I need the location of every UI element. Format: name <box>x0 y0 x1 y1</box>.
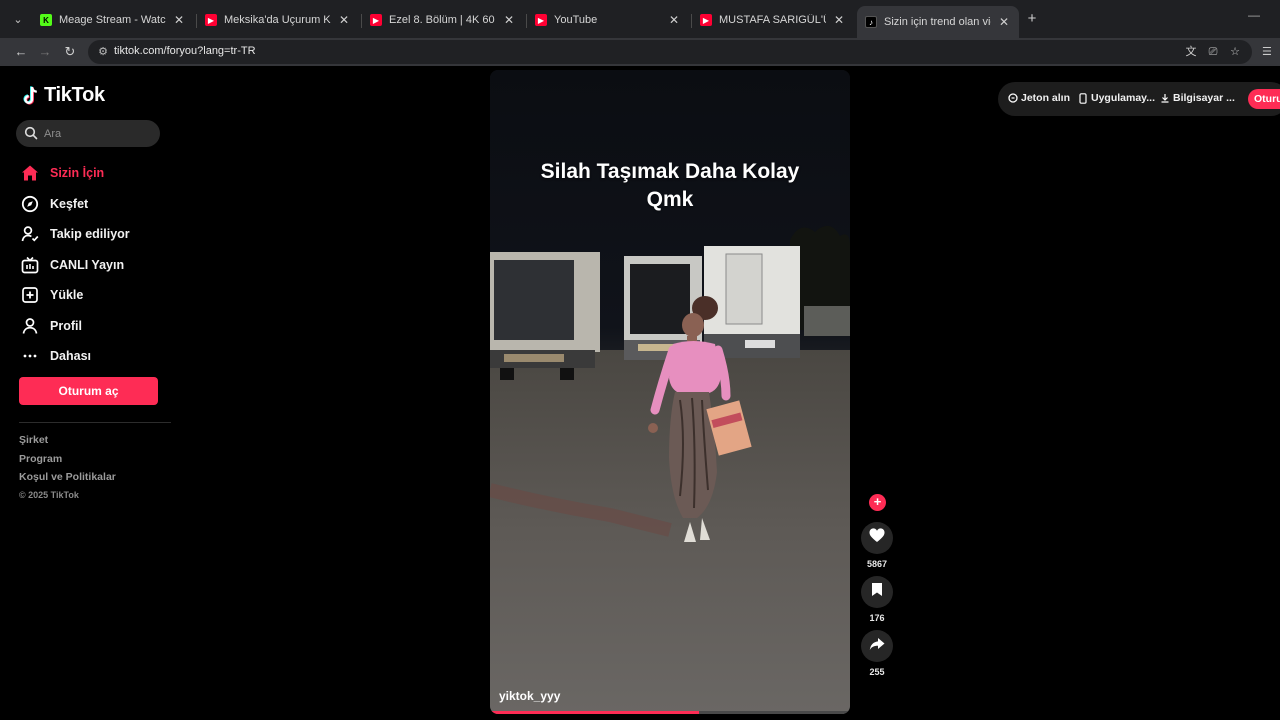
search-icon <box>24 126 38 140</box>
search-bar[interactable] <box>16 120 160 147</box>
reading-list-icon[interactable]: ☰ <box>1262 45 1272 58</box>
youtube-icon: ▶ <box>205 14 217 26</box>
close-tab-icon[interactable]: ✕ <box>997 15 1011 29</box>
site-settings-icon[interactable]: ⚙ <box>96 45 110 59</box>
share-button[interactable] <box>861 630 893 662</box>
like-button[interactable] <box>861 522 893 554</box>
install-app-icon[interactable]: ⎚ <box>1206 45 1220 59</box>
close-tab-icon[interactable]: ✕ <box>172 13 186 27</box>
browser-tab[interactable]: ▶ YouTube ✕ <box>527 6 689 34</box>
get-app-button[interactable]: Uygulamay... <box>1078 92 1155 104</box>
like-count: 5867 <box>866 559 888 569</box>
upload-icon <box>20 285 40 305</box>
bookmark-star-icon[interactable]: ☆ <box>1228 45 1242 59</box>
minimize-icon[interactable]: — <box>1248 8 1262 22</box>
back-icon[interactable]: ← <box>11 42 31 62</box>
video-progress-fill <box>490 711 699 714</box>
sidebar-item-profile[interactable]: Profil <box>20 311 130 342</box>
reload-icon[interactable]: ↻ <box>60 42 80 62</box>
video-caption: Silah Taşımak Daha Kolay Qmk <box>540 160 800 211</box>
bookmark-icon <box>871 582 883 602</box>
url-text[interactable]: tiktok.com/foryou?lang=tr-TR <box>114 45 256 57</box>
tiktok-icon: ♪ <box>865 16 877 28</box>
close-tab-icon[interactable]: ✕ <box>832 13 846 27</box>
profile-icon <box>20 316 40 336</box>
share-count: 255 <box>869 667 885 677</box>
youtube-icon: ▶ <box>700 14 712 26</box>
search-input[interactable] <box>44 124 154 143</box>
tab-search-chevron-icon[interactable]: ⌄ <box>8 10 28 30</box>
browser-toolbar: ← → ↻ ⚙ tiktok.com/foryou?lang=tr-TR 文 ⎚… <box>0 38 1280 66</box>
sidebar-nav: Sizin İçin Keşfet Takip ediliyor CANLI Y… <box>20 158 130 372</box>
follow-plus-button[interactable]: + <box>869 494 886 511</box>
browser-tab[interactable]: K Meage Stream - Watch Live on ✕ <box>32 6 194 34</box>
phone-icon <box>1078 92 1088 104</box>
sidebar-item-upload[interactable]: Yükle <box>20 280 130 311</box>
sidebar-divider <box>19 422 171 423</box>
youtube-icon: ▶ <box>370 14 382 26</box>
browser-tab-strip: ⌄ K Meage Stream - Watch Live on ✕ ▶ Mek… <box>0 0 1280 38</box>
share-arrow-icon <box>869 637 885 656</box>
tiktok-page: TikTok Sizin İçin Keşfet Takip ediliyor <box>0 66 1280 720</box>
top-actions-bar: Jeton alın Uygulamay... Bilgisayar ... O… <box>998 82 1280 116</box>
close-tab-icon[interactable]: ✕ <box>502 13 516 27</box>
following-icon <box>20 224 40 244</box>
kick-icon: K <box>40 14 52 26</box>
brand-name: TikTok <box>44 84 105 106</box>
save-count: 176 <box>869 613 885 623</box>
home-icon <box>20 163 40 183</box>
tiktok-logo-icon <box>22 85 40 106</box>
footer-link-company[interactable]: Şirket <box>19 434 116 453</box>
video-player[interactable]: Silah Taşımak Daha Kolay Qmk yiktok_yyy <box>490 70 850 714</box>
live-icon <box>20 255 40 275</box>
close-tab-icon[interactable]: ✕ <box>337 13 351 27</box>
address-bar[interactable]: ⚙ tiktok.com/foryou?lang=tr-TR 文 ⎚ ☆ <box>88 40 1252 64</box>
compass-icon <box>20 194 40 214</box>
topbar-login-button[interactable]: Oturum aç <box>1248 89 1280 109</box>
video-progress-bar[interactable] <box>490 711 850 714</box>
youtube-icon: ▶ <box>535 14 547 26</box>
close-tab-icon[interactable]: ✕ <box>667 13 681 27</box>
sidebar-item-live[interactable]: CANLI Yayın <box>20 250 130 281</box>
sidebar-item-more[interactable]: Dahası <box>20 341 130 372</box>
get-coins-button[interactable]: Jeton alın <box>1008 92 1070 104</box>
new-tab-button[interactable]: + <box>1024 10 1040 28</box>
sidebar-item-following[interactable]: Takip ediliyor <box>20 219 130 250</box>
sidebar-item-explore[interactable]: Keşfet <box>20 189 130 220</box>
heart-icon <box>869 528 885 548</box>
browser-tab-active[interactable]: ♪ Sizin için trend olan videoları iz ✕ <box>857 6 1019 38</box>
footer-link-program[interactable]: Program <box>19 453 116 472</box>
sidebar-footer: Şirket Program Koşul ve Politikalar © 20… <box>19 434 116 509</box>
browser-tab[interactable]: ▶ Meksika'da Uçurum Kenarında ✕ <box>197 6 359 34</box>
browser-tab[interactable]: ▶ MUSTAFA SARIGÜL'ÜN EVİNDE ✕ <box>692 6 854 34</box>
download-icon <box>1160 93 1170 103</box>
more-icon <box>20 346 40 366</box>
forward-icon[interactable]: → <box>35 42 55 62</box>
browser-tab[interactable]: ▶ Ezel 8. Bölüm | 4K 60 FPS - You ✕ <box>362 6 524 34</box>
save-button[interactable] <box>861 576 893 608</box>
footer-link-terms[interactable]: Koşul ve Politikalar <box>19 471 116 490</box>
desktop-app-button[interactable]: Bilgisayar ... <box>1160 92 1235 104</box>
sidebar-item-for-you[interactable]: Sizin İçin <box>20 158 130 189</box>
copyright-text: © 2025 TikTok <box>19 490 79 501</box>
coin-icon <box>1008 93 1018 103</box>
login-button[interactable]: Oturum aç <box>19 377 158 405</box>
translate-icon[interactable]: 文 <box>1184 45 1198 59</box>
video-author[interactable]: yiktok_yyy <box>499 689 560 703</box>
tiktok-logo[interactable]: TikTok <box>22 84 105 107</box>
